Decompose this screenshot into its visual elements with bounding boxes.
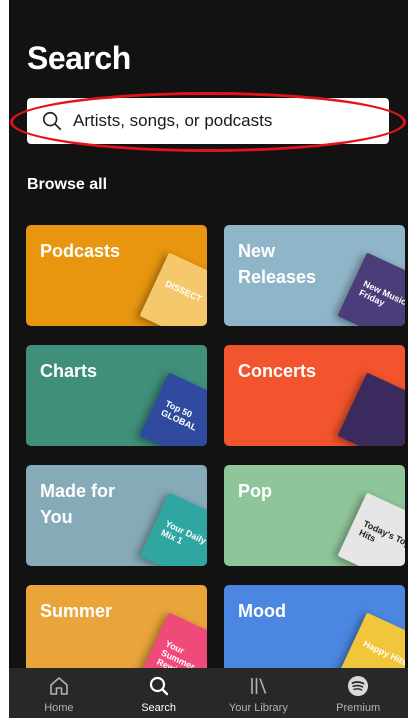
search-icon xyxy=(149,676,168,696)
cover-art-text xyxy=(366,398,405,421)
tile-label: Summer xyxy=(40,601,113,621)
nav-search[interactable]: Search xyxy=(114,668,204,714)
tile-label: Podcasts xyxy=(40,241,121,261)
search-placeholder: Artists, songs, or podcasts xyxy=(73,111,273,130)
search-input[interactable]: Artists, songs, or podcasts xyxy=(27,98,389,144)
tile-label: Charts xyxy=(40,361,98,381)
cover-art-text: Happy Hits xyxy=(361,638,405,668)
tile-label: New Releases xyxy=(238,241,317,287)
cover-art-text: Top 50 GLOBAL xyxy=(159,398,199,433)
spotify-icon xyxy=(348,676,369,696)
tile-label: Concerts xyxy=(238,361,317,381)
nav-label-library: Your Library xyxy=(228,702,288,714)
bottom-nav: Home Search Your Library Premium xyxy=(9,668,408,718)
page-title: Search xyxy=(27,40,131,76)
nav-home[interactable]: Home xyxy=(14,668,104,714)
cover-art-text: Your Daily Mix 1 xyxy=(159,518,207,547)
tile-pop[interactable]: Pop Today's Top Hits xyxy=(224,465,405,566)
cover-art-text: New Music Friday xyxy=(357,278,405,309)
browse-all-heading: Browse all xyxy=(27,176,108,193)
tile-label: Pop xyxy=(238,481,272,501)
search-icon xyxy=(42,111,62,131)
tile-charts[interactable]: Charts Top 50 GLOBAL xyxy=(26,345,207,446)
nav-label-home: Home xyxy=(44,702,74,714)
search-screen: Search Artists, songs, or podcasts Brows… xyxy=(9,0,408,718)
nav-premium[interactable]: Premium xyxy=(313,668,403,714)
cover-art-text: DISSECT xyxy=(163,278,204,305)
home-icon xyxy=(50,677,68,695)
tile-made-for-you[interactable]: Made for You Your Daily Mix 1 xyxy=(26,465,207,566)
tile-podcasts[interactable]: Podcasts DISSECT xyxy=(26,225,207,326)
nav-label-search: Search xyxy=(141,702,177,714)
tile-concerts[interactable]: Concerts xyxy=(224,345,405,446)
tile-new-releases[interactable]: New Releases New Music Friday xyxy=(224,225,405,326)
nav-label-premium: Premium xyxy=(336,702,381,714)
tile-label: Mood xyxy=(238,601,286,621)
nav-your-library[interactable]: Your Library xyxy=(213,668,303,714)
cover-art-text: Today's Top Hits xyxy=(357,518,405,550)
tile-label: Made for You xyxy=(40,481,116,527)
library-icon xyxy=(251,678,267,694)
